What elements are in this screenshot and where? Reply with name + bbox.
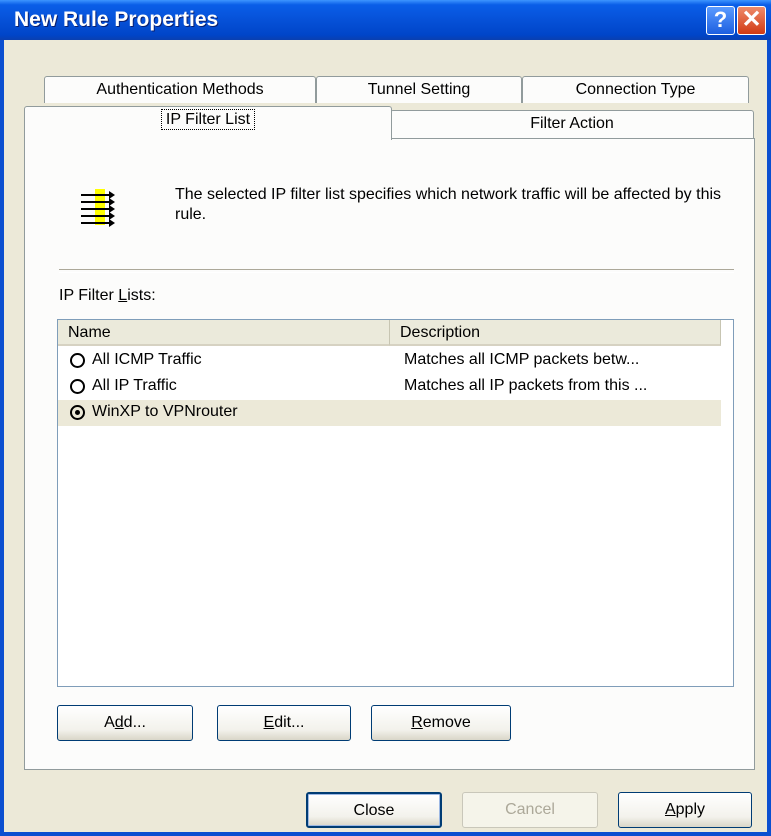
tab-filter-action[interactable]: Filter Action xyxy=(390,110,754,138)
button-label-rest: pply xyxy=(675,801,706,818)
item-name: All IP Traffic xyxy=(92,377,177,394)
item-description: Matches all IP packets from this ... xyxy=(404,377,648,394)
button-accelerator: d xyxy=(114,714,124,731)
button-label-rest: emove xyxy=(422,714,471,731)
close-window-button[interactable]: ✕ xyxy=(737,6,766,35)
close-button[interactable]: Close xyxy=(306,792,442,828)
tab-authentication-methods[interactable]: Authentication Methods xyxy=(44,76,316,103)
button-accelerator: E xyxy=(263,714,275,731)
tab-connection-type[interactable]: Connection Type xyxy=(522,76,749,103)
button-accelerator: A xyxy=(664,801,676,818)
tab-label: Authentication Methods xyxy=(96,81,264,98)
column-header-description[interactable]: Description xyxy=(390,320,721,346)
window-title: New Rule Properties xyxy=(14,8,219,31)
button-label: A xyxy=(104,714,115,731)
list-item[interactable]: All ICMP Traffic Matches all ICMP packet… xyxy=(58,348,721,374)
column-header-name[interactable]: Name xyxy=(58,320,390,346)
radio-button[interactable] xyxy=(70,379,85,394)
apply-button[interactable]: Apply xyxy=(618,792,752,828)
tab-tunnel-setting[interactable]: Tunnel Setting xyxy=(316,76,522,103)
tab-label: Tunnel Setting xyxy=(367,81,471,98)
item-name: All ICMP Traffic xyxy=(92,351,202,368)
button-label-rest: dit... xyxy=(274,714,305,731)
title-bar[interactable]: New Rule Properties ? ✕ xyxy=(0,0,771,40)
dialog-client-area: Authentication Methods Tunnel Setting Co… xyxy=(4,40,767,832)
help-button[interactable]: ? xyxy=(706,6,735,35)
item-description: Matches all ICMP packets betw... xyxy=(404,351,640,368)
label-accelerator: L xyxy=(118,287,128,304)
column-header-label: Name xyxy=(68,324,111,341)
label-text-rest: ists: xyxy=(127,287,156,304)
tab-ip-filter-list[interactable]: IP Filter List xyxy=(24,106,392,140)
question-mark-icon: ? xyxy=(713,7,728,32)
label-text: IP Filter xyxy=(59,287,119,304)
add-button[interactable]: Add... xyxy=(57,705,193,741)
tab-panel-ip-filter-list: The selected IP filter list specifies wh… xyxy=(24,138,755,770)
list-item[interactable]: All IP Traffic Matches all IP packets fr… xyxy=(58,374,721,400)
ip-filter-lists-label: IP Filter Lists: xyxy=(59,287,156,305)
tab-label: Filter Action xyxy=(530,115,614,132)
column-header-label: Description xyxy=(400,324,481,341)
edit-button[interactable]: Edit... xyxy=(217,705,351,741)
button-label: Close xyxy=(353,802,395,819)
hint-text: The selected IP filter list specifies wh… xyxy=(175,186,722,223)
button-accelerator: R xyxy=(411,714,423,731)
tab-label: Connection Type xyxy=(575,81,696,98)
list-item-selected[interactable]: WinXP to VPNrouter xyxy=(58,400,721,426)
button-label-rest: d... xyxy=(123,714,146,731)
dialog-window: New Rule Properties ? ✕ Authentication M… xyxy=(0,0,771,836)
radio-button-checked[interactable] xyxy=(70,405,85,420)
ip-filter-listview[interactable]: Name Description All ICMP Traffic Matche… xyxy=(57,319,734,687)
cancel-button[interactable]: Cancel xyxy=(462,792,598,828)
filter-list-icon xyxy=(81,189,115,227)
close-icon: ✕ xyxy=(741,6,762,33)
separator xyxy=(59,269,734,273)
radio-button[interactable] xyxy=(70,353,85,368)
item-name: WinXP to VPNrouter xyxy=(92,403,238,420)
tab-label: IP Filter List xyxy=(160,109,256,130)
button-label: Cancel xyxy=(505,801,555,818)
remove-button[interactable]: Remove xyxy=(371,705,511,741)
